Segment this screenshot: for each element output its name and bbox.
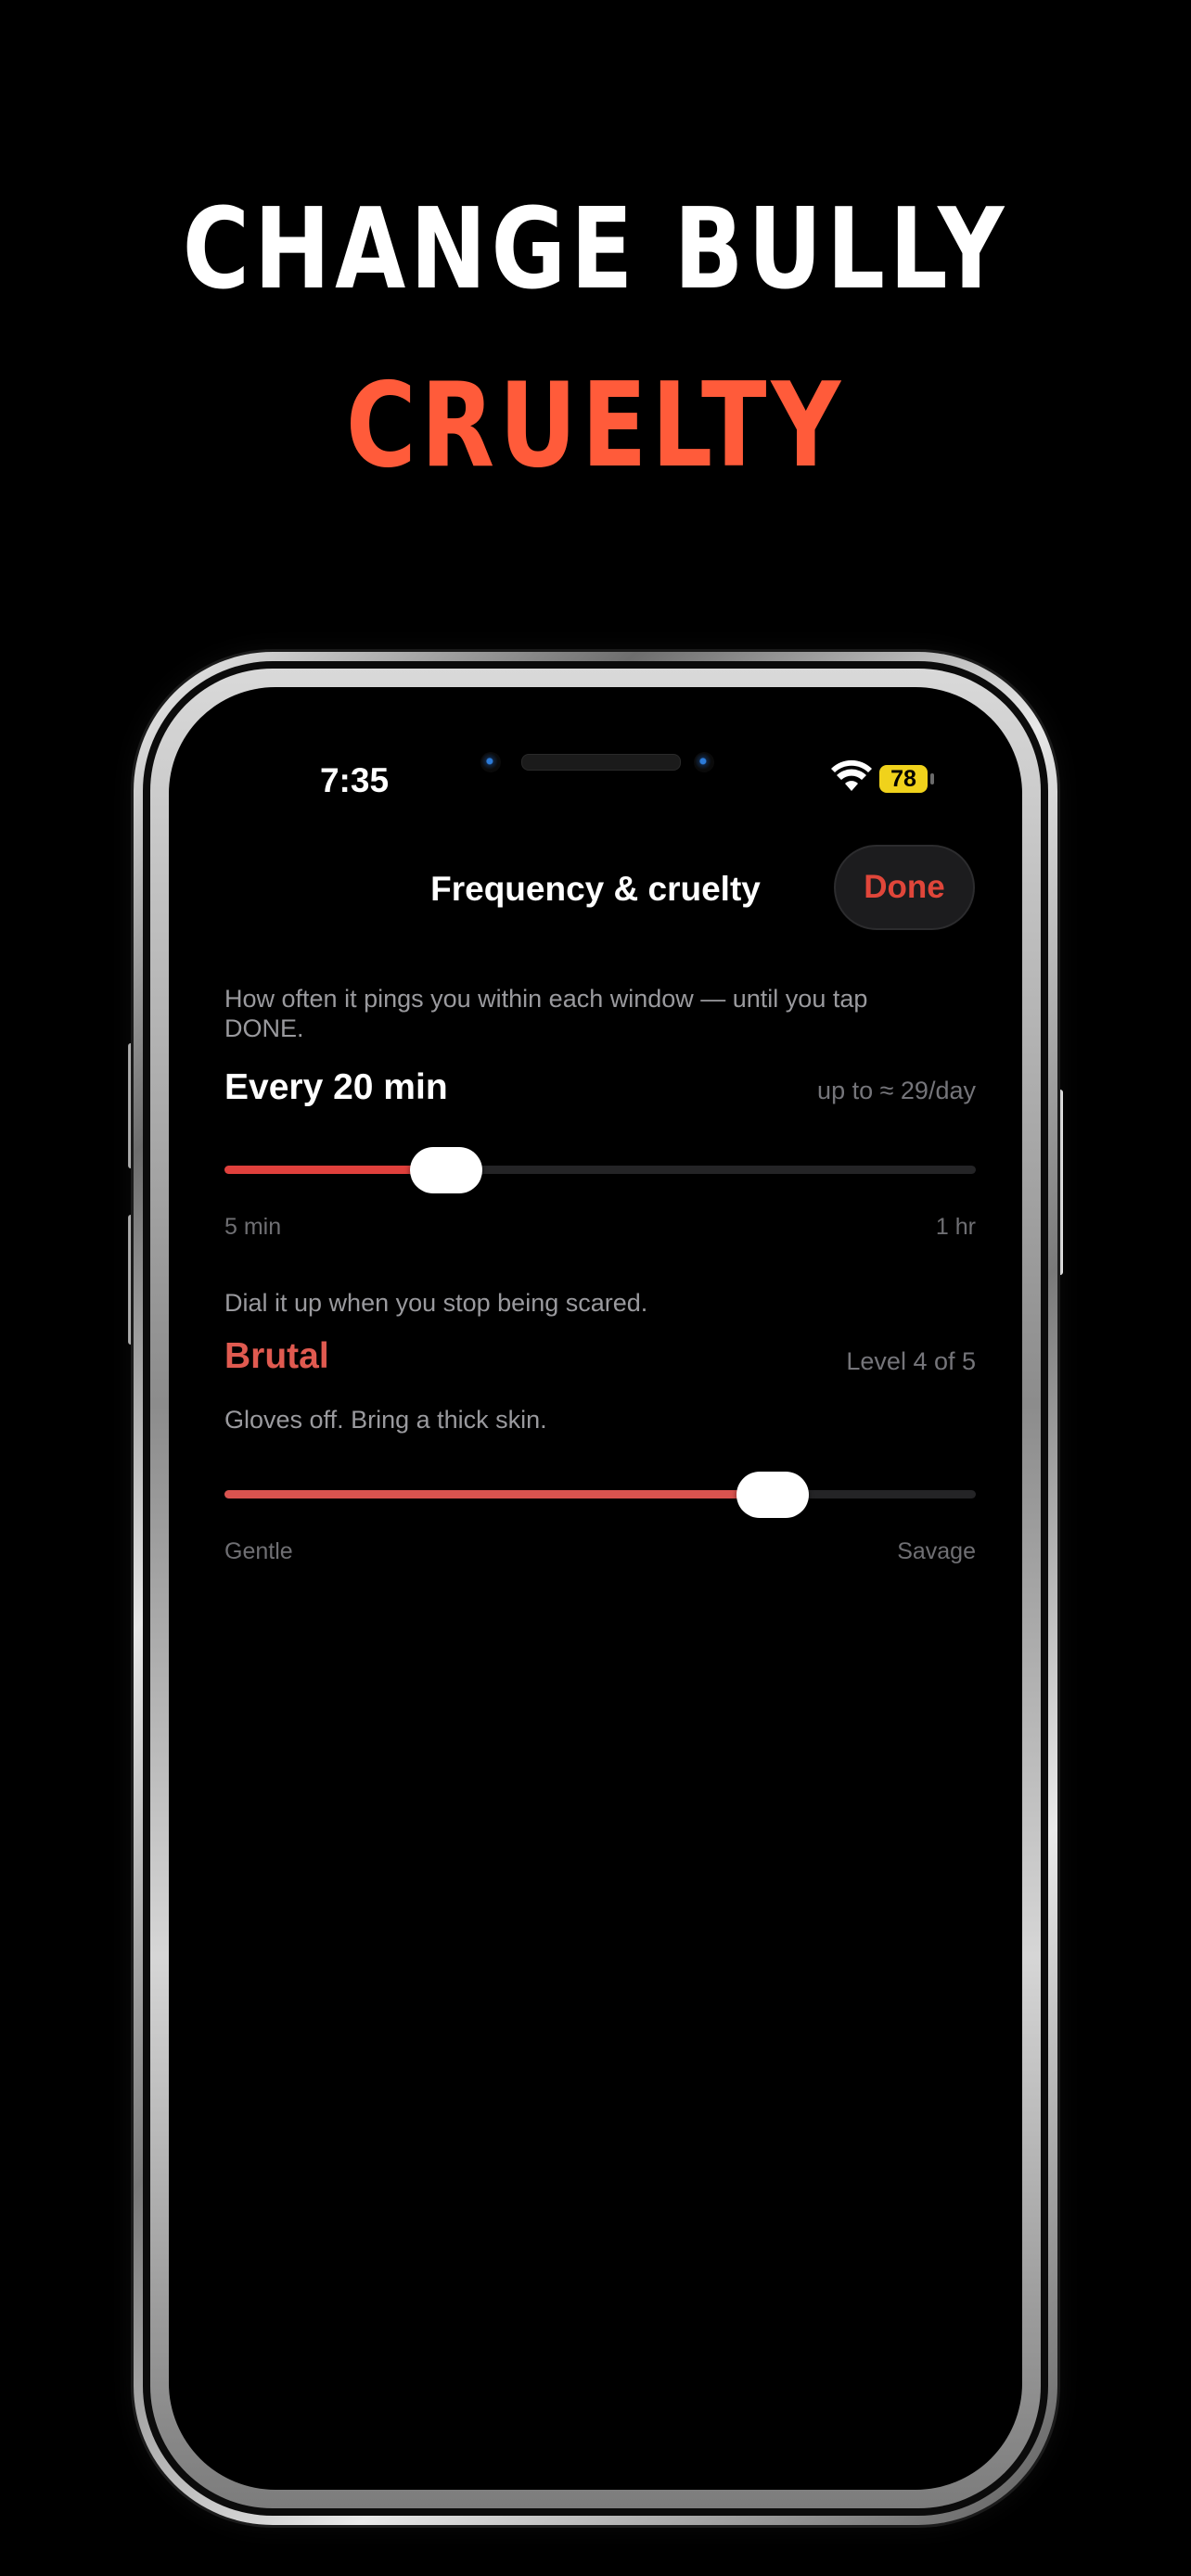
slider-thumb[interactable] — [409, 1147, 482, 1193]
slider-thumb[interactable] — [736, 1472, 810, 1518]
camera-icon — [480, 752, 501, 772]
cruelty-description: Dial it up when you stop being scared. — [224, 1289, 648, 1317]
wifi-icon — [831, 759, 872, 791]
frequency-description: How often it pings you within each windo… — [224, 985, 868, 1042]
battery-indicator: 78 — [879, 765, 928, 793]
battery-tip — [930, 773, 934, 784]
status-time: 7:35 — [319, 761, 390, 799]
phone-frame: 7:35 78 Frequency & cruelty Done How oft… — [134, 652, 1057, 2525]
cruelty-min-label: Gentle — [224, 1538, 293, 1564]
frequency-daily-estimate: up to ≈ 29/day — [817, 1077, 976, 1104]
dynamic-island — [429, 735, 762, 795]
frequency-max-label: 1 hr — [935, 1214, 976, 1240]
slider-fill — [224, 1490, 774, 1498]
cruelty-level-note: Level 4 of 5 — [846, 1347, 976, 1375]
cruelty-slider[interactable] — [224, 1466, 976, 1522]
done-button[interactable]: Done — [834, 845, 975, 930]
phone-screen: 7:35 78 Frequency & cruelty Done How oft… — [169, 687, 1022, 2490]
frequency-value: Every 20 min — [224, 1067, 448, 1107]
cruelty-level: Brutal — [224, 1336, 329, 1376]
headline-line-1: CHANGE BULLY — [182, 185, 1009, 314]
headline-line-2: CRUELTY — [345, 357, 846, 493]
cruelty-subtitle: Gloves off. Bring a thick skin. — [224, 1406, 547, 1434]
frequency-min-label: 5 min — [224, 1214, 282, 1240]
speaker-grille — [521, 754, 681, 771]
frequency-slider[interactable] — [224, 1141, 976, 1197]
sensor-icon — [694, 752, 714, 772]
cruelty-max-label: Savage — [897, 1538, 976, 1564]
